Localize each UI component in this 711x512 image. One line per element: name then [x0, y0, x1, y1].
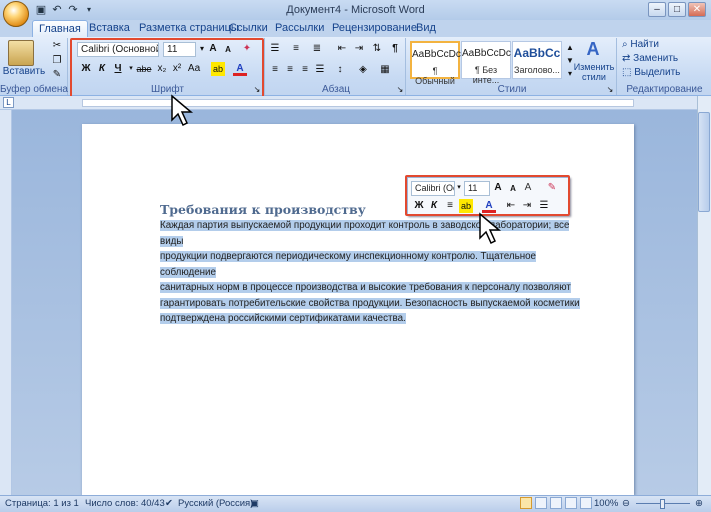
- find-button[interactable]: ⌕ Найти: [622, 39, 659, 50]
- show-marks-icon[interactable]: ¶: [388, 42, 402, 56]
- paragraph-group-label: Абзац: [321, 84, 351, 95]
- align-right-icon[interactable]: ≡: [298, 63, 312, 77]
- spellcheck-icon[interactable]: ✔: [165, 496, 173, 512]
- zoom-in-icon[interactable]: ⊕: [695, 496, 703, 512]
- change-styles-button[interactable]: Изменить стили: [573, 62, 615, 82]
- find-label: Найти: [630, 39, 659, 50]
- title-bar: Документ4 - Microsoft Word: [0, 0, 711, 20]
- change-styles-icon[interactable]: A: [582, 40, 604, 58]
- paste-icon[interactable]: [8, 40, 34, 66]
- select-label: Выделить: [634, 67, 681, 78]
- styles-dialog-launcher-icon[interactable]: ↘: [603, 83, 617, 97]
- view-web-icon[interactable]: [550, 497, 562, 509]
- view-print-layout-icon[interactable]: [520, 497, 532, 509]
- view-draft-icon[interactable]: [580, 497, 592, 509]
- replace-label: Заменить: [633, 53, 679, 64]
- multilevel-list-icon[interactable]: ≣: [310, 42, 324, 56]
- minimize-button[interactable]: –: [648, 2, 666, 17]
- align-center-icon[interactable]: ≡: [283, 63, 297, 77]
- shading-icon[interactable]: ◈: [356, 63, 370, 77]
- page-count[interactable]: Страница: 1 из 1: [5, 496, 79, 512]
- paragraph-line: санитарных норм в процессе производства …: [160, 282, 571, 293]
- font-group-highlight: [70, 38, 264, 102]
- scrollbar-thumb[interactable]: [698, 112, 710, 212]
- tab-selector-icon[interactable]: L: [3, 97, 14, 108]
- styles-scroll-up-icon[interactable]: ▲: [563, 41, 577, 55]
- sort-icon[interactable]: ⇅: [370, 42, 384, 56]
- mini-toolbar-highlight: [405, 175, 570, 216]
- align-left-icon[interactable]: ≡: [268, 63, 282, 77]
- paragraph-dialog-launcher-icon[interactable]: ↘: [393, 83, 407, 97]
- style-heading[interactable]: AaBbCc Заголово...: [512, 41, 562, 79]
- replace-icon: ⇄: [622, 53, 634, 64]
- qat-menu-icon[interactable]: ▾: [82, 3, 96, 17]
- line-spacing-icon[interactable]: ↕: [333, 63, 347, 77]
- tab-review[interactable]: Рецензирование: [326, 20, 423, 37]
- select-button[interactable]: ⬚ Выделить: [622, 67, 680, 78]
- mouse-pointer-icon: [479, 212, 502, 245]
- bullets-icon[interactable]: ☰: [268, 42, 282, 56]
- word-count[interactable]: Число слов: 40/43: [85, 496, 165, 512]
- tab-view[interactable]: Вид: [410, 20, 442, 37]
- style-normal[interactable]: AaBbCcDc ¶ Обычный: [410, 41, 461, 86]
- styles-group-label: Стили: [497, 84, 527, 95]
- editing-group-label: Редактирование: [626, 84, 703, 95]
- clipboard-group-label: Буфер обмена: [0, 84, 68, 95]
- style-sample: AaBbCc: [513, 46, 561, 60]
- redo-icon[interactable]: ↷: [66, 3, 80, 17]
- copy-icon[interactable]: ❐: [50, 54, 64, 68]
- zoom-out-icon[interactable]: ⊖: [622, 496, 630, 512]
- document-paragraph[interactable]: Каждая партия выпускаемой продукции прох…: [160, 218, 590, 327]
- style-name: Заголово...: [514, 65, 560, 75]
- style-sample: AaBbCcDc: [462, 48, 511, 59]
- ruler-text-area: [82, 99, 634, 107]
- window-title: Документ4 - Microsoft Word: [286, 4, 425, 16]
- select-icon: ⬚: [622, 67, 635, 78]
- document-heading[interactable]: Требования к производству: [160, 202, 366, 217]
- zoom-slider-handle[interactable]: [660, 499, 665, 509]
- paragraph-line: Каждая партия выпускаемой продукции прох…: [160, 220, 570, 247]
- view-full-screen-icon[interactable]: [535, 497, 547, 509]
- undo-icon[interactable]: ↶: [50, 3, 64, 17]
- decrease-indent-icon[interactable]: ⇤: [335, 42, 349, 56]
- maximize-button[interactable]: □: [668, 2, 686, 17]
- paragraph-line: гарантировать потребительские свойства п…: [160, 297, 580, 309]
- close-button[interactable]: ✕: [688, 2, 706, 17]
- zoom-level[interactable]: 100%: [594, 496, 618, 512]
- numbering-icon[interactable]: ≡: [289, 42, 303, 56]
- tab-insert[interactable]: Вставка: [83, 20, 136, 37]
- paste-button[interactable]: Вставить: [2, 66, 46, 77]
- paragraph-line: подтверждена российскими сертификатами к…: [160, 313, 406, 324]
- style-no-spacing[interactable]: AaBbCcDc ¶ Без инте...: [461, 41, 511, 85]
- macro-icon[interactable]: ▣: [250, 496, 259, 512]
- format-painter-icon[interactable]: ✎: [50, 68, 64, 82]
- borders-icon[interactable]: ▦: [378, 63, 392, 77]
- style-name: ¶ Обычный: [415, 66, 455, 86]
- tab-mailings[interactable]: Рассылки: [269, 20, 330, 37]
- office-button[interactable]: [3, 1, 29, 27]
- status-bar: Страница: 1 из 1 Число слов: 40/43 ✔ Рус…: [0, 495, 711, 512]
- tab-references[interactable]: Ссылки: [223, 20, 274, 37]
- mouse-pointer-icon: [171, 94, 194, 127]
- cut-icon[interactable]: ✂: [50, 39, 64, 53]
- style-name: ¶ Без инте...: [472, 65, 500, 85]
- increase-indent-icon[interactable]: ⇥: [352, 42, 366, 56]
- style-sample: AaBbCcDc: [412, 49, 461, 60]
- paragraph-line: продукции подвергаются периодическому ин…: [160, 251, 537, 278]
- vertical-ruler[interactable]: [0, 110, 12, 495]
- language[interactable]: Русский (Россия): [178, 496, 253, 512]
- save-icon[interactable]: ▣: [34, 3, 48, 17]
- tab-home[interactable]: Главная: [32, 20, 88, 37]
- justify-icon[interactable]: ☰: [313, 63, 327, 77]
- view-outline-icon[interactable]: [565, 497, 577, 509]
- replace-button[interactable]: ⇄ Заменить: [622, 53, 678, 64]
